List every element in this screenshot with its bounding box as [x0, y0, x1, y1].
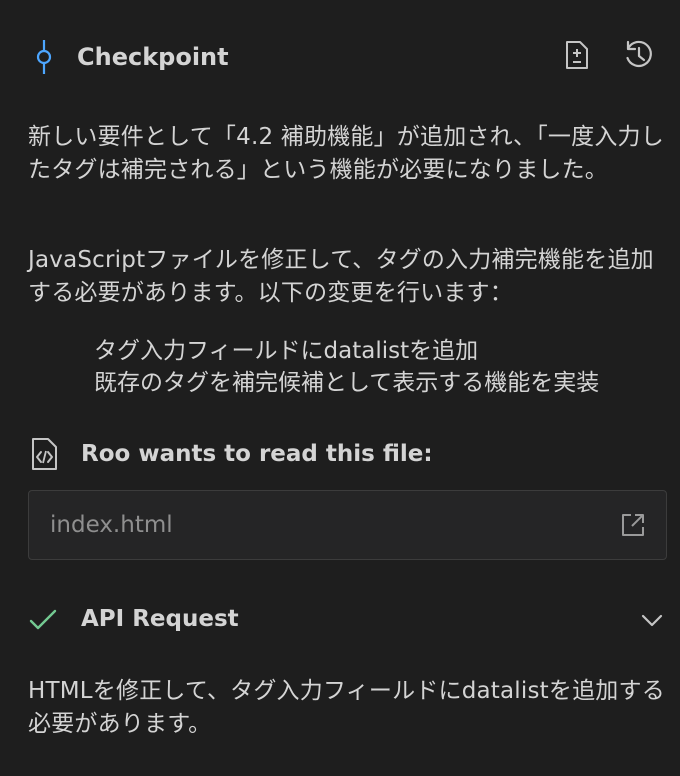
change-list: タグ入力フィールドにdatalistを追加 既存のタグを補完候補として表示する機…	[94, 335, 680, 399]
assistant-message-text: JavaScriptファイルを修正して、タグの入力補完機能を追加する必要がありま…	[28, 247, 654, 306]
assistant-message-text: 新しい要件として「4.2 補助機能」が追加され、「一度入力したタグは補完される」…	[28, 124, 664, 183]
checkpoint-label: Checkpoint	[77, 43, 229, 71]
history-icon	[623, 39, 655, 75]
list-item: タグ入力フィールドにdatalistを追加	[94, 338, 479, 364]
check-icon	[28, 607, 58, 633]
link-external-icon[interactable]	[620, 512, 646, 538]
file-path-box[interactable]: index.html	[28, 490, 667, 560]
checkpoint-header: Checkpoint	[0, 32, 680, 82]
chevron-down-icon[interactable]	[640, 610, 664, 630]
git-commit-icon	[30, 40, 58, 74]
view-diff-button[interactable]	[560, 40, 594, 74]
tool-read-file-header: Roo wants to read this file:	[28, 435, 648, 473]
file-diff-icon	[564, 40, 590, 74]
restore-checkpoint-button[interactable]	[622, 40, 656, 74]
assistant-message-text: HTMLを修正して、タグ入力フィールドにdatalistを追加する必要があります…	[28, 678, 665, 737]
list-item: 既存のタグを補完候補として表示する機能を実装	[94, 370, 600, 396]
tool-label: Roo wants to read this file:	[81, 441, 433, 467]
api-request-row[interactable]: API Request	[28, 600, 668, 640]
file-code-icon	[30, 437, 60, 471]
api-request-label: API Request	[81, 606, 239, 632]
file-path: index.html	[50, 512, 173, 538]
